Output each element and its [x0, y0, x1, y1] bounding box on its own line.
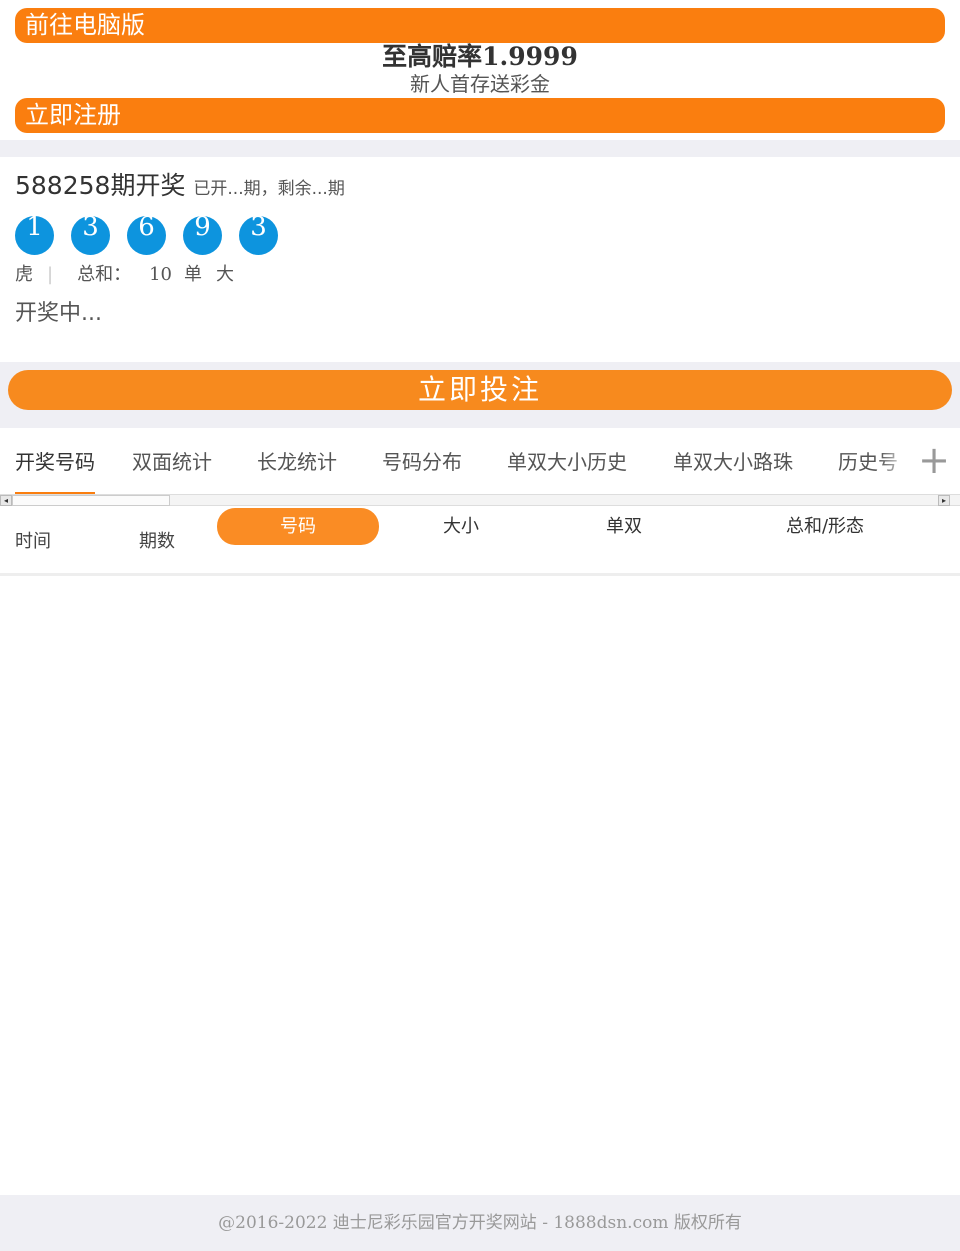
tab-long-dragon-stats[interactable]: 长龙统计: [257, 448, 337, 476]
result-ball: 3: [71, 214, 110, 255]
big-small-result: 大: [215, 264, 234, 285]
tab-two-sided-stats[interactable]: 双面统计: [132, 448, 212, 476]
result-ball: 1: [15, 214, 54, 255]
result-ball: 3: [239, 214, 278, 255]
draw-period-title: 588258期开奖 已开...期，剩余...期: [15, 170, 345, 205]
odd-even-result: 单: [183, 264, 202, 285]
dragon-tiger-result: 虎: [15, 264, 33, 285]
footer-copyright: @2016-2022 迪士尼彩乐园官方开奖网站 - 1888dsn.com 版权…: [0, 1195, 960, 1251]
results-table-header: 时间 期数 号码 大小 单双 总和/形态: [0, 506, 960, 576]
scroll-left-arrow-icon[interactable]: ◂: [0, 495, 12, 506]
period-suffix: 期开奖: [110, 171, 186, 200]
result-ball: 6: [127, 214, 166, 255]
tab-odd-even-history[interactable]: 单双大小历史: [507, 448, 627, 476]
plus-icon[interactable]: +: [908, 430, 960, 492]
promo-title: 至高赔率1.9999: [382, 42, 578, 71]
tab-fade: [880, 440, 910, 490]
tab-number-distribution[interactable]: 号码分布: [382, 448, 462, 476]
stats-tabbar: 开奖号码 双面统计 长龙统计 号码分布 单双大小历史 单双大小路珠 历史号: [0, 428, 960, 494]
sum-label: 总和：: [77, 264, 132, 285]
toggle-sum-pattern[interactable]: 总和/形态: [730, 508, 920, 545]
drawing-status: 开奖中...: [15, 301, 102, 326]
section-divider: [0, 140, 960, 157]
result-ball: 9: [183, 214, 222, 255]
bet-now-button[interactable]: 立即投注: [8, 370, 952, 410]
pc-version-link[interactable]: 前往电脑版: [15, 8, 945, 43]
horizontal-scrollbar[interactable]: ◂ ▸: [0, 494, 960, 506]
draw-stats: 虎 | 总和： 10 单大: [15, 263, 234, 287]
period-number: 588258: [15, 171, 111, 200]
tab-draw-numbers[interactable]: 开奖号码: [15, 448, 95, 476]
sum-value: 10: [149, 264, 172, 285]
stats-divider: |: [47, 264, 54, 285]
toggle-odd-even[interactable]: 单双: [548, 508, 700, 545]
toggle-big-small[interactable]: 大小: [385, 508, 537, 545]
promo-subtitle: 新人首存送彩金: [410, 72, 550, 96]
tab-odd-even-roadmap[interactable]: 单双大小路珠: [673, 448, 793, 476]
draw-progress-status: 已开...期，剩余...期: [193, 179, 345, 199]
column-time: 时间: [15, 531, 51, 552]
column-period: 期数: [139, 531, 175, 552]
register-button[interactable]: 立即注册: [15, 98, 945, 133]
toggle-numbers[interactable]: 号码: [217, 508, 379, 545]
scroll-right-arrow-icon[interactable]: ▸: [938, 495, 950, 506]
scrollbar-thumb[interactable]: [12, 495, 170, 506]
